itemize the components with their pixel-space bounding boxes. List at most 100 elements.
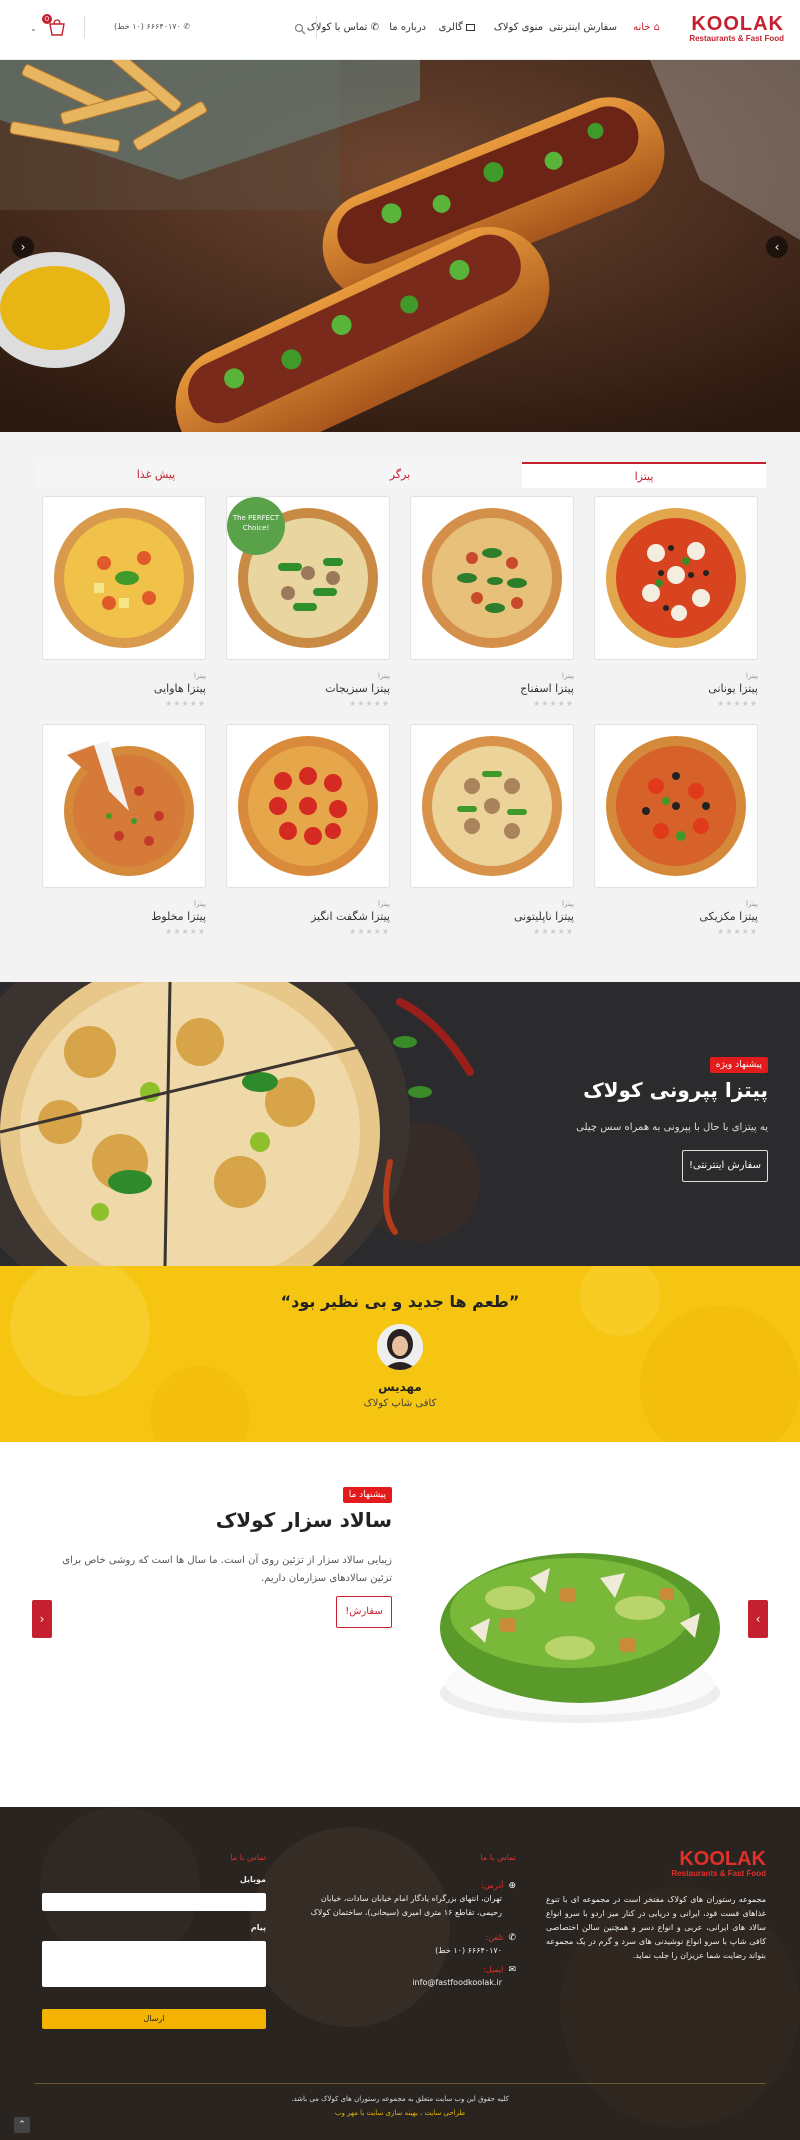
search-icon[interactable]: [294, 20, 306, 35]
slider-prev-button[interactable]: ‹: [32, 1600, 52, 1638]
product-category: پیتزا: [562, 900, 574, 908]
phone-icon: ✆: [370, 22, 379, 33]
nav-menu[interactable]: منوی کولاک: [494, 22, 543, 33]
address-label: آدرس:: [481, 1881, 504, 1890]
product-category: پیتزا: [194, 672, 206, 680]
product-rating: ★★★★★: [349, 927, 390, 936]
hero-prev-arrow[interactable]: ‹: [12, 236, 34, 258]
product-name[interactable]: پیتزا مخلوط: [42, 910, 206, 923]
logo-text: KOOLAK: [691, 13, 784, 35]
product-category: پیتزا: [562, 672, 574, 680]
product-image[interactable]: [226, 724, 390, 888]
product-image[interactable]: [410, 724, 574, 888]
salad-description: زیبایی سالاد سزار از تزئین روی آن است. م…: [62, 1555, 392, 1584]
nav-gallery-label: گالری: [438, 22, 463, 33]
special-offer-banner: پیشنهاد ویژه پیتزا پپرونی کولاک یه پیتزا…: [0, 982, 800, 1266]
nav-gallery[interactable]: گالری: [439, 22, 475, 33]
contact-form-title: تماس با ما: [230, 1853, 266, 1862]
address-text: تهران، انتهای بزرگراه یادگار امام خیابان…: [310, 1894, 502, 1917]
site-logo[interactable]: KOOLAK Restaurants & Fast Food: [689, 14, 784, 43]
email-link[interactable]: info@fastfoodkoolak.ir: [296, 1976, 516, 1990]
tab-pizza[interactable]: پیتزا: [522, 462, 766, 488]
category-tabs: پیتزا برگر پیش غذا: [34, 462, 766, 488]
nav-about[interactable]: درباره ما: [389, 22, 426, 33]
product-card[interactable]: پیتزا پیتزا یونانی ★★★★★: [594, 496, 758, 708]
product-card[interactable]: The PERFECT Choice! پیتزا پیتزا سبزیجات …: [226, 496, 390, 708]
tab-burger[interactable]: برگر: [278, 462, 522, 488]
product-name[interactable]: پیتزا هاوایی: [42, 682, 206, 695]
copyright-text: کلیه حقوق این وب سایت متعلق به مجموعه رس…: [291, 2095, 509, 2103]
cart-icon[interactable]: 0: [42, 14, 68, 38]
avatar: [377, 1324, 423, 1370]
nav-online-order[interactable]: سفارش اینترنتی: [549, 22, 617, 33]
product-category: پیتزا: [746, 672, 758, 680]
footer-logo[interactable]: KOOLAK Restaurants & Fast Food: [671, 1849, 766, 1878]
back-to-top-button[interactable]: ⌃: [14, 2117, 30, 2133]
product-category: پیتزا: [746, 900, 758, 908]
product-image[interactable]: [594, 496, 758, 660]
product-rating: ★★★★★: [717, 927, 758, 936]
footer-address: ⊕ آدرس: تهران، انتهای بزرگراه یادگار اما…: [296, 1873, 516, 1920]
nav-home[interactable]: ⌂ خانه: [633, 22, 660, 33]
recommended-section: پیشنهاد ما سالاد سزار کولاک زیبایی سالاد…: [0, 1442, 800, 1807]
product-card[interactable]: پیتزا پیتزا شگفت انگیز ★★★★★: [226, 724, 390, 936]
chevron-down-icon[interactable]: ⌄: [30, 24, 37, 33]
designer-credit-link[interactable]: طراحی سایت ، بهینه سازی سایت با مهر وب: [0, 2109, 800, 2117]
product-category: پیتزا: [378, 672, 390, 680]
product-image[interactable]: [42, 496, 206, 660]
product-rating: ★★★★★: [349, 699, 390, 708]
product-name[interactable]: پیتزا ناپلیتونی: [410, 910, 574, 923]
product-card[interactable]: پیتزا پیتزا مخلوط ★★★★★: [42, 724, 206, 936]
product-name[interactable]: پیتزا یونانی: [594, 682, 758, 695]
product-card[interactable]: پیتزا پیتزا هاوایی ★★★★★: [42, 496, 206, 708]
salad-title: سالاد سزار کولاک: [215, 1508, 392, 1532]
product-image[interactable]: [410, 496, 574, 660]
product-image[interactable]: [42, 724, 206, 888]
message-textarea[interactable]: [42, 1941, 266, 1987]
site-footer: KOOLAK Restaurants & Fast Food مجموعه رس…: [0, 1807, 800, 2140]
hero-next-arrow[interactable]: ›: [766, 236, 788, 258]
online-order-button[interactable]: سفارش اینترنتی!: [682, 1150, 768, 1182]
testimonial-role: کافی شاپ کولاک: [363, 1398, 437, 1409]
testimonial-section: ”طعم ها جدید و بی نظیر بود“ مهدیس کافی ش…: [0, 1266, 800, 1442]
order-button[interactable]: سفارش!: [336, 1596, 392, 1628]
product-card[interactable]: پیتزا پیتزا مکزیکی ★★★★★: [594, 724, 758, 936]
header-divider: [84, 16, 85, 38]
send-button[interactable]: ارسال: [42, 2009, 266, 2029]
footer-divider: [34, 2083, 766, 2084]
phone-text: ۶۶۶۴۰۱۷۰ (۱۰ خط): [435, 1946, 502, 1955]
location-icon: ⊕: [508, 1881, 516, 1891]
product-category: پیتزا: [378, 900, 390, 908]
footer-email: ✉ ایمیل: info@fastfoodkoolak.ir: [296, 1957, 516, 1990]
product-card[interactable]: پیتزا پیتزا اسفناج ★★★★★: [410, 496, 574, 708]
logo-subtitle: Restaurants & Fast Food: [689, 34, 784, 43]
nav-home-label: خانه: [633, 22, 651, 33]
phone-icon: ✆: [183, 22, 191, 31]
special-badge-label: پیشنهاد ویژه: [709, 1057, 768, 1073]
slider-next-button[interactable]: ›: [748, 1600, 768, 1638]
tab-appetizer[interactable]: پیش غذا: [34, 462, 278, 488]
recommend-badge: پیشنهاد ما: [342, 1482, 392, 1503]
product-name[interactable]: پیتزا اسفناج: [410, 682, 574, 695]
cart-count-badge: 0: [42, 14, 52, 24]
product-image[interactable]: [594, 724, 758, 888]
mobile-input[interactable]: [42, 1893, 266, 1911]
product-rating: ★★★★★: [533, 927, 574, 936]
home-icon: ⌂: [653, 22, 660, 33]
caesar-salad-image: [440, 1553, 720, 1723]
special-title: پیتزا پپرونی کولاک: [583, 1078, 768, 1102]
footer-phone: ✆ تلفن: ۶۶۶۴۰۱۷۰ (۱۰ خط): [296, 1925, 516, 1958]
nav-contact[interactable]: ✆ تماس با کولاک: [307, 22, 379, 33]
perfect-choice-badge: The PERFECT Choice!: [227, 497, 285, 555]
hero-slider: ‹ ›: [0, 60, 800, 432]
product-name[interactable]: پیتزا شگفت انگیز: [226, 910, 390, 923]
hero-image: [0, 60, 800, 432]
email-label: ایمیل:: [483, 1965, 504, 1974]
mobile-label: موبایل: [239, 1875, 266, 1884]
product-name[interactable]: پیتزا مکزیکی: [594, 910, 758, 923]
product-name[interactable]: پیتزا سبزیجات: [226, 682, 390, 695]
product-card[interactable]: پیتزا پیتزا ناپلیتونی ★★★★★: [410, 724, 574, 936]
special-badge: پیشنهاد ویژه: [709, 1052, 768, 1073]
product-image[interactable]: The PERFECT Choice!: [226, 496, 390, 660]
product-rating: ★★★★★: [165, 927, 206, 936]
